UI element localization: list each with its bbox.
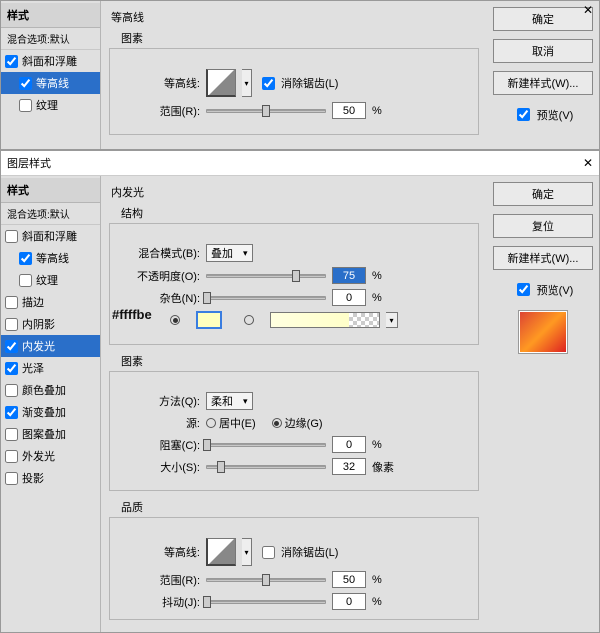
size-slider[interactable] xyxy=(206,465,326,469)
opacity-label: 不透明度(O): xyxy=(120,268,200,284)
style-contour[interactable]: 等高线 xyxy=(1,72,100,94)
anti-alias-check[interactable]: 消除锯齿(L) xyxy=(258,74,338,93)
right-panel: 确定 取消 新建样式(W)... 预览(V) xyxy=(487,1,599,149)
section-title: 等高线 xyxy=(109,7,479,28)
sidebar-header: 样式 xyxy=(1,178,100,203)
contour-dropdown[interactable] xyxy=(242,69,252,97)
color-swatch[interactable] xyxy=(196,311,222,329)
choke-slider[interactable] xyxy=(206,443,326,447)
new-style-button[interactable]: 新建样式(W)... xyxy=(493,246,593,270)
range-slider[interactable] xyxy=(206,109,326,113)
structure-group: 混合模式(B): 叠加 不透明度(O): 75 % 杂色(N): 0 % #ff… xyxy=(109,223,479,345)
texture-checkbox[interactable] xyxy=(19,99,32,112)
quality-group: 等高线: 消除锯齿(L) 范围(R): 50 % 抖动(J): 0 % xyxy=(109,517,479,620)
range-label: 范围(R): xyxy=(120,572,200,588)
style-texture[interactable]: 纹理 xyxy=(1,94,100,116)
style-pattern-overlay[interactable]: 图案叠加 xyxy=(1,423,100,445)
method-select[interactable]: 柔和 xyxy=(206,392,253,410)
px-label: 像素 xyxy=(372,459,394,475)
dialog-title: 图层样式 xyxy=(7,158,51,170)
preview-check[interactable]: 预览(V) xyxy=(493,280,593,299)
style-gradient-overlay[interactable]: 渐变叠加 xyxy=(1,401,100,423)
gradient-dropdown[interactable] xyxy=(386,312,398,328)
layer-style-dialog-2: 图层样式 ✕ 样式 混合选项:默认 斜面和浮雕 等高线 纹理 描边 内阴影 内发… xyxy=(0,150,600,633)
main-panel: 等高线 图素 等高线: 消除锯齿(L) 范围(R): 50 % xyxy=(101,1,487,149)
jitter-value[interactable]: 0 xyxy=(332,593,366,610)
source-label: 源: xyxy=(120,415,200,431)
opacity-value[interactable]: 75 xyxy=(332,267,366,284)
style-sidebar: 样式 混合选项:默认 斜面和浮雕 等高线 纹理 描边 内阴影 内发光 光泽 颜色… xyxy=(1,176,101,632)
color-code-annotation: #ffffbe xyxy=(112,307,152,322)
style-stroke[interactable]: 描边 xyxy=(1,291,100,313)
opacity-slider[interactable] xyxy=(206,274,326,278)
style-outer-glow[interactable]: 外发光 xyxy=(1,445,100,467)
contour-dropdown[interactable] xyxy=(242,538,252,566)
blend-mode-select[interactable]: 叠加 xyxy=(206,244,253,262)
effect-preview xyxy=(519,311,567,353)
range-label: 范围(R): xyxy=(120,103,200,119)
close-icon[interactable]: ✕ xyxy=(583,156,593,170)
source-center-radio[interactable]: 居中(E) xyxy=(206,415,256,431)
blend-options-label[interactable]: 混合选项:默认 xyxy=(1,28,100,50)
noise-value[interactable]: 0 xyxy=(332,289,366,306)
preview-check[interactable]: 预览(V) xyxy=(493,105,593,124)
gradient-radio[interactable] xyxy=(244,315,254,325)
choke-label: 阻塞(C): xyxy=(120,437,200,453)
blend-mode-label: 混合模式(B): xyxy=(120,245,200,261)
contour-label: 等高线: xyxy=(120,544,200,560)
new-style-button[interactable]: 新建样式(W)... xyxy=(493,71,593,95)
sidebar-header: 样式 xyxy=(1,3,100,28)
range-value[interactable]: 50 xyxy=(332,102,366,119)
style-bevel[interactable]: 斜面和浮雕 xyxy=(1,50,100,72)
size-label: 大小(S): xyxy=(120,459,200,475)
close-icon[interactable]: ✕ xyxy=(583,3,593,17)
noise-slider[interactable] xyxy=(206,296,326,300)
jitter-label: 抖动(J): xyxy=(120,594,200,610)
reset-button[interactable]: 复位 xyxy=(493,214,593,238)
style-color-overlay[interactable]: 颜色叠加 xyxy=(1,379,100,401)
choke-value[interactable]: 0 xyxy=(332,436,366,453)
percent-label: % xyxy=(372,105,382,117)
noise-label: 杂色(N): xyxy=(120,290,200,306)
layer-style-dialog-1: ✕ 样式 混合选项:默认 斜面和浮雕 等高线 纹理 等高线 图素 等高线: 消除… xyxy=(0,0,600,150)
style-satin[interactable]: 光泽 xyxy=(1,357,100,379)
method-label: 方法(Q): xyxy=(120,393,200,409)
style-sidebar: 样式 混合选项:默认 斜面和浮雕 等高线 纹理 xyxy=(1,1,101,149)
section-title: 内发光 xyxy=(109,182,479,203)
jitter-slider[interactable] xyxy=(206,600,326,604)
group-elements: 图素 xyxy=(109,351,479,371)
range-value[interactable]: 50 xyxy=(332,571,366,588)
style-contour[interactable]: 等高线 xyxy=(1,247,100,269)
contour-preview[interactable] xyxy=(206,69,236,97)
anti-alias-check[interactable]: 消除锯齿(L) xyxy=(258,543,338,562)
elements-group: 等高线: 消除锯齿(L) 范围(R): 50 % xyxy=(109,48,479,135)
group-quality: 品质 xyxy=(109,497,479,517)
size-value[interactable]: 32 xyxy=(332,458,366,475)
style-inner-shadow[interactable]: 内阴影 xyxy=(1,313,100,335)
ok-button[interactable]: 确定 xyxy=(493,182,593,206)
elements-group: 方法(Q): 柔和 源: 居中(E) 边缘(G) 阻塞(C): 0 % 大小(S… xyxy=(109,371,479,491)
style-inner-glow[interactable]: 内发光 xyxy=(1,335,100,357)
blend-options-label[interactable]: 混合选项:默认 xyxy=(1,203,100,225)
contour-checkbox[interactable] xyxy=(19,77,32,90)
color-radio[interactable] xyxy=(170,315,180,325)
main-panel: 内发光 结构 混合模式(B): 叠加 不透明度(O): 75 % 杂色(N): … xyxy=(101,176,487,632)
ok-button[interactable]: 确定 xyxy=(493,7,593,31)
title-bar-2: 图层样式 ✕ xyxy=(1,151,599,176)
bevel-checkbox[interactable] xyxy=(5,55,18,68)
source-edge-radio[interactable]: 边缘(G) xyxy=(272,415,323,431)
group-elements: 图素 xyxy=(109,28,479,48)
style-bevel[interactable]: 斜面和浮雕 xyxy=(1,225,100,247)
range-slider[interactable] xyxy=(206,578,326,582)
style-drop-shadow[interactable]: 投影 xyxy=(1,467,100,489)
group-structure: 结构 xyxy=(109,203,479,223)
contour-label: 等高线: xyxy=(120,75,200,91)
gradient-preview[interactable] xyxy=(270,312,380,328)
contour-preview[interactable] xyxy=(206,538,236,566)
cancel-button[interactable]: 取消 xyxy=(493,39,593,63)
right-panel: 确定 复位 新建样式(W)... 预览(V) xyxy=(487,176,599,632)
style-texture[interactable]: 纹理 xyxy=(1,269,100,291)
